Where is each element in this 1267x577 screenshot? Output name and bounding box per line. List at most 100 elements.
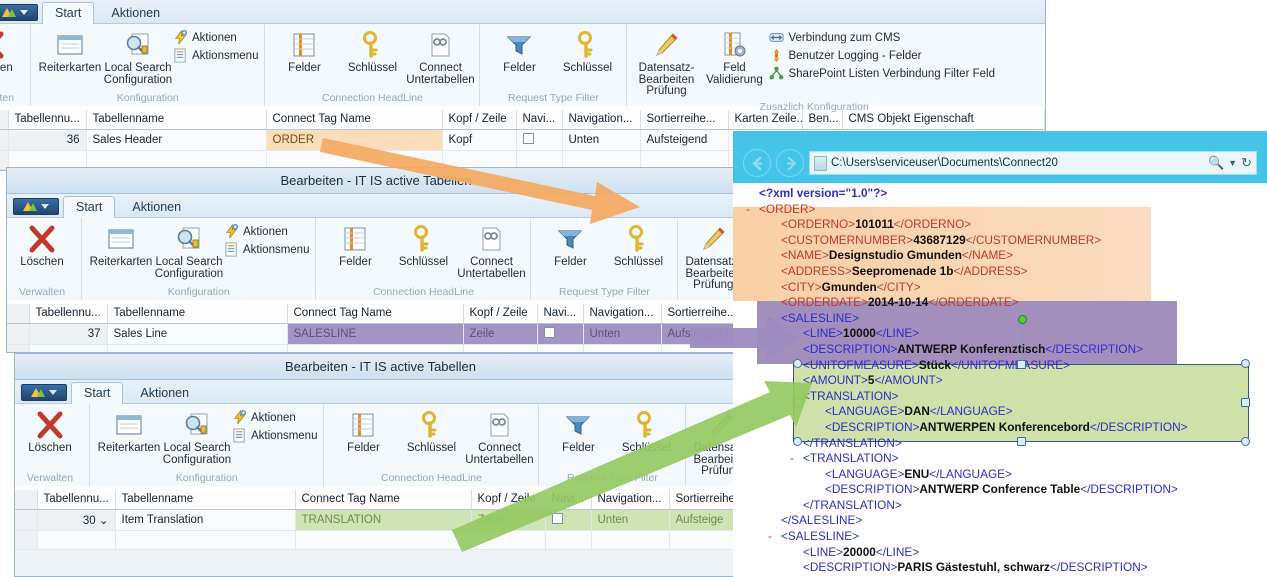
- grid-header-tabellenname[interactable]: Tabellenname: [115, 490, 295, 510]
- ribbon-button-local-search-configuration[interactable]: Local SearchConfiguration: [164, 407, 230, 468]
- cell-tabellennummer[interactable]: 37: [29, 324, 107, 345]
- ribbon-button-schl-ssel[interactable]: Schlüssel: [613, 407, 679, 457]
- ribbon-button-felder[interactable]: Felder: [486, 27, 552, 77]
- ribbon-button-connect-untertabellen[interactable]: ConnectUntertabellen: [466, 407, 532, 468]
- ribbon-button-local-search-configuration[interactable]: Local SearchConfiguration: [156, 221, 222, 282]
- cell-empty[interactable]: [7, 345, 29, 354]
- grid-row-selector[interactable]: [15, 510, 37, 531]
- grid-header-kopf-zeile[interactable]: Kopf / Zeile: [471, 490, 545, 510]
- table-row[interactable]: 37Sales LineSALESLINEZeileUntenAufsteige…: [7, 324, 746, 345]
- tab-aktionen[interactable]: Aktionen: [127, 382, 202, 404]
- ribbon-button-connect-untertabellen[interactable]: ConnectUntertabellen: [458, 221, 524, 282]
- ribbon-button-connect-untertabellen[interactable]: ConnectUntertabellen: [407, 27, 473, 88]
- cell-empty[interactable]: [15, 531, 37, 550]
- ribbon-button-l-schen[interactable]: Löschen: [0, 27, 24, 77]
- ribbon-button-l-schen[interactable]: Löschen: [17, 407, 83, 457]
- grid-header-navi[interactable]: Navi...: [537, 304, 583, 324]
- ribbon-button-felder[interactable]: Felder: [537, 221, 603, 271]
- cell-kopf-zeile[interactable]: Kopf: [442, 130, 516, 151]
- grid-header-connect-tag-name[interactable]: Connect Tag Name: [295, 490, 471, 510]
- ribbon-button-feld-validierung[interactable]: FeldValidierung: [701, 27, 767, 88]
- ribbon-button-l-schen[interactable]: Löschen: [9, 221, 75, 271]
- refresh-icon[interactable]: ↻: [1241, 155, 1252, 171]
- cell-empty[interactable]: [591, 531, 669, 550]
- back-arrow-icon[interactable]: [743, 149, 771, 177]
- cell-tabellenname[interactable]: Sales Header: [86, 130, 266, 151]
- cell-connect-tag-name[interactable]: SALESLINE: [287, 324, 463, 345]
- grid-header-navi[interactable]: Navi...: [545, 490, 591, 510]
- selection-handle-bl[interactable]: [793, 437, 802, 446]
- address-bar[interactable]: C:\Users\serviceuser\Documents\Connect20…: [809, 151, 1257, 175]
- cell-navigation[interactable]: Unten: [591, 510, 669, 531]
- tab-start[interactable]: Start: [42, 2, 94, 24]
- selection-handle-bc[interactable]: [1017, 437, 1026, 446]
- navigation-checkbox[interactable]: [544, 327, 555, 338]
- grid-header-navigation[interactable]: Navigation...: [562, 110, 640, 130]
- data-grid[interactable]: Tabellennu...TabellennameConnect Tag Nam…: [15, 490, 747, 550]
- tab-aktionen[interactable]: Aktionen: [98, 2, 173, 24]
- tab-start[interactable]: Start: [71, 382, 123, 404]
- ribbon-button-schl-ssel[interactable]: Schlüssel: [398, 407, 464, 457]
- cell-tabellenname[interactable]: Item Translation: [115, 510, 295, 531]
- selection-handle-ml[interactable]: [794, 398, 803, 407]
- tab-aktionen[interactable]: Aktionen: [119, 196, 194, 218]
- ribbon-small-button-benutzer-logging-felder[interactable]: Benutzer Logging - Felder: [769, 48, 994, 63]
- cell-empty[interactable]: [471, 531, 545, 550]
- cell-empty[interactable]: [115, 531, 295, 550]
- tab-start[interactable]: Start: [63, 196, 115, 218]
- cell-empty[interactable]: [37, 531, 115, 550]
- cell-empty[interactable]: [295, 531, 471, 550]
- ribbon-button-felder[interactable]: Felder: [545, 407, 611, 457]
- grid-header-tabellennu[interactable]: Tabellennu...: [8, 110, 86, 130]
- cell-navigation-checkbox[interactable]: [516, 130, 562, 151]
- selection-handle-tl[interactable]: [793, 359, 802, 368]
- cell-navigation[interactable]: Unten: [583, 324, 661, 345]
- grid-header-navigation[interactable]: Navigation...: [583, 304, 661, 324]
- cell-empty[interactable]: [287, 345, 463, 354]
- ribbon-small-button-aktionen[interactable]: Aktionen: [232, 410, 317, 425]
- cell-navigation-checkbox[interactable]: [537, 324, 583, 345]
- cell-tabellennummer[interactable]: 30 ⌄: [37, 510, 115, 531]
- table-row[interactable]: 30 ⌄Item TranslationTRANSLATIONZeile Unte…: [15, 510, 747, 531]
- cell-connect-tag-name[interactable]: TRANSLATION: [295, 510, 471, 531]
- cell-tabellennummer[interactable]: 36: [8, 130, 86, 151]
- table-row-empty[interactable]: [7, 345, 746, 354]
- selection-handle-mr[interactable]: [1241, 398, 1250, 407]
- ribbon-button-schl-ssel[interactable]: Schlüssel: [390, 221, 456, 271]
- application-menu-button[interactable]: [13, 198, 59, 215]
- ribbon-small-button-aktionsmenu[interactable]: Aktionsmenu: [232, 428, 317, 443]
- ribbon-small-button-sharepoint-listen-verbindung-filter-feld[interactable]: SharePoint Listen Verbindung Filter Feld: [769, 66, 994, 81]
- cell-kopf-zeile[interactable]: Zeile: [471, 510, 545, 531]
- grid-header-navi[interactable]: Navi...: [516, 110, 562, 130]
- cell-navigation-checkbox[interactable]: [545, 510, 591, 531]
- forward-arrow-icon[interactable]: [776, 149, 804, 177]
- grid-header-tabellennu[interactable]: Tabellennu...: [37, 490, 115, 510]
- cell-sortierreihenfolge[interactable]: Aufsteigend: [640, 130, 728, 151]
- ribbon-button-felder[interactable]: Felder: [330, 407, 396, 457]
- ribbon-button-reiterkarten[interactable]: Reiterkarten: [88, 221, 154, 271]
- table-row-empty[interactable]: [15, 531, 747, 550]
- cell-empty[interactable]: [545, 531, 591, 550]
- ribbon-button-local-search-configuration[interactable]: Local SearchConfiguration: [105, 27, 171, 88]
- cell-empty[interactable]: [537, 345, 583, 354]
- application-menu-button[interactable]: [0, 4, 38, 21]
- ribbon-small-button-aktionsmenu[interactable]: Aktionsmenu: [224, 242, 309, 257]
- ribbon-button-datensatz-bearbeiten-pr-fung[interactable]: Datensatz-Bearbeiten Prüfung: [633, 27, 699, 100]
- ribbon-small-button-aktionen[interactable]: Aktionen: [224, 224, 309, 239]
- ribbon-small-button-aktionsmenu[interactable]: Aktionsmenu: [173, 48, 258, 63]
- search-icon[interactable]: 🔍: [1208, 155, 1224, 171]
- cell-empty[interactable]: [583, 345, 661, 354]
- ribbon-button-felder[interactable]: Felder: [271, 27, 337, 77]
- cell-empty[interactable]: [463, 345, 537, 354]
- cell-kopf-zeile[interactable]: Zeile: [463, 324, 537, 345]
- data-grid[interactable]: Tabellennu...TabellennameConnect Tag Nam…: [7, 304, 746, 353]
- grid-row-selector[interactable]: [0, 130, 8, 151]
- grid-header-tabellenname[interactable]: Tabellenname: [107, 304, 287, 324]
- grid-header-tabellenname[interactable]: Tabellenname: [86, 110, 266, 130]
- grid-header-connect-tag-name[interactable]: Connect Tag Name: [287, 304, 463, 324]
- ribbon-button-schl-ssel[interactable]: Schlüssel: [554, 27, 620, 77]
- ribbon-button-schl-ssel[interactable]: Schlüssel: [605, 221, 671, 271]
- cell-tabellenname[interactable]: Sales Line: [107, 324, 287, 345]
- navigation-checkbox[interactable]: [552, 513, 563, 524]
- grid-header-kopf-zeile[interactable]: Kopf / Zeile: [442, 110, 516, 130]
